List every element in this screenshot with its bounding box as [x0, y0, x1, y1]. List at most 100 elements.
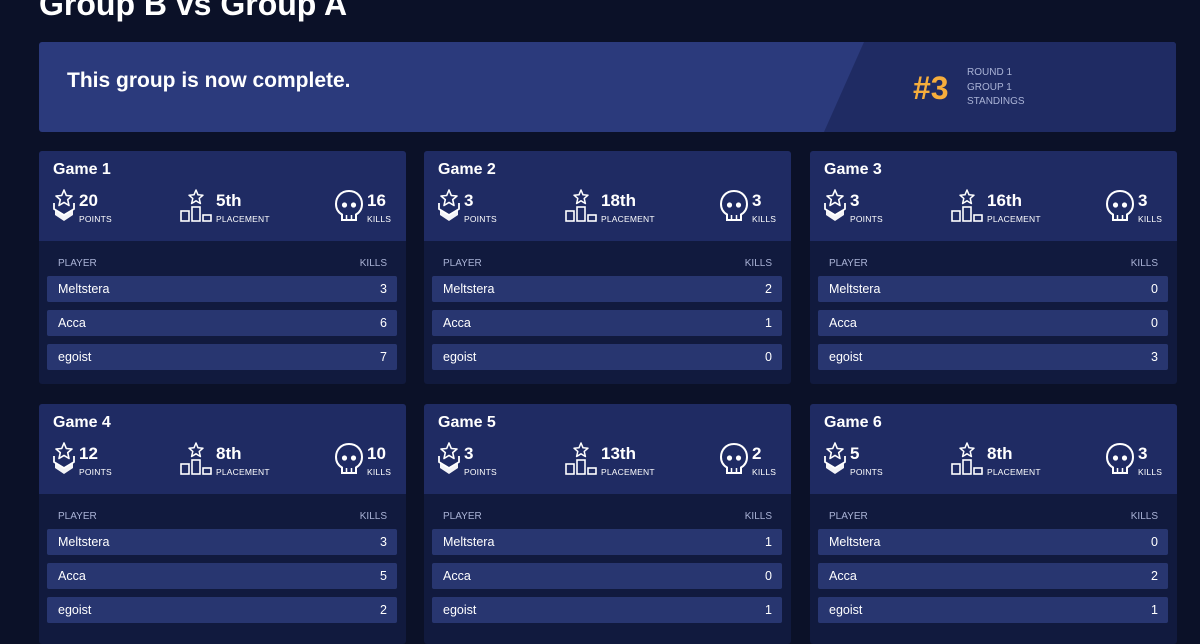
- points-value: 3: [464, 444, 474, 463]
- player-kills: 7: [380, 350, 387, 364]
- kills-label: KILLS: [1138, 214, 1163, 224]
- player-table-header: PLAYER KILLS: [58, 258, 387, 270]
- placement-label: PLACEMENT: [987, 467, 1041, 477]
- player-kills: 5: [380, 569, 387, 583]
- game-card-header: Game 1 20 POINTS 5th PLACEMENT 16 KILLS: [39, 151, 406, 241]
- skull-icon: [334, 189, 364, 221]
- podium-star-icon: [951, 189, 983, 222]
- kills-value: 16: [367, 191, 386, 210]
- points-label: POINTS: [850, 467, 883, 477]
- placement-label: PLACEMENT: [216, 214, 270, 224]
- player-row: Meltstera 3: [47, 529, 397, 555]
- rank-chevron-star-icon: [438, 442, 460, 474]
- player-column-header: PLAYER: [443, 511, 482, 522]
- player-name: Acca: [829, 569, 857, 583]
- kills-column-header: KILLS: [744, 511, 772, 522]
- player-column-header: PLAYER: [58, 258, 97, 269]
- player-row: Acca 0: [432, 563, 782, 589]
- rank-chevron-star-icon: [824, 442, 846, 474]
- points-stat: 3 POINTS: [437, 189, 537, 225]
- placement-label: PLACEMENT: [601, 467, 655, 477]
- player-name: Meltstera: [58, 282, 110, 296]
- points-value: 3: [464, 191, 474, 210]
- player-kills: 1: [765, 535, 772, 549]
- player-row: egoist 1: [818, 597, 1168, 623]
- points-value: 5: [850, 444, 860, 463]
- player-table-header: PLAYER KILLS: [443, 511, 772, 523]
- game-title: Game 4: [53, 414, 111, 431]
- player-kills: 1: [765, 603, 772, 617]
- skull-icon: [334, 442, 364, 474]
- kills-value: 2: [752, 444, 762, 463]
- kills-stat: 3 KILLS: [1105, 442, 1165, 478]
- kills-stat: 16 KILLS: [334, 189, 394, 225]
- player-name: egoist: [443, 350, 477, 364]
- player-kills: 3: [380, 282, 387, 296]
- player-row: egoist 3: [818, 344, 1168, 370]
- game-card-header: Game 4 12 POINTS 8th PLACEMENT 10 KILLS: [39, 404, 406, 494]
- game-title: Game 5: [438, 414, 496, 431]
- skull-icon: [1105, 189, 1135, 221]
- kills-stat: 3 KILLS: [719, 189, 779, 225]
- kills-label: KILLS: [1138, 467, 1163, 477]
- player-kills: 3: [380, 535, 387, 549]
- game-title: Game 3: [824, 161, 882, 178]
- player-row: Acca 2: [818, 563, 1168, 589]
- game-title: Game 2: [438, 161, 496, 178]
- podium-star-icon: [180, 189, 212, 222]
- kills-column-header: KILLS: [359, 511, 387, 522]
- podium-star-icon: [180, 442, 212, 475]
- kills-value: 10: [367, 444, 386, 463]
- points-label: POINTS: [79, 467, 112, 477]
- player-name: Meltstera: [829, 535, 881, 549]
- game-card-2: Game 2 3 POINTS 18th PLACEMENT 3 KILLS P…: [424, 151, 791, 384]
- rank-chevron-star-icon: [438, 189, 460, 221]
- player-row: Acca 6: [47, 310, 397, 336]
- group-complete-banner: This group is now complete. #3 ROUND 1 G…: [39, 42, 1176, 132]
- standings-rank: #3: [913, 70, 949, 106]
- kills-stat: 3 KILLS: [1105, 189, 1165, 225]
- player-row: Meltstera 2: [432, 276, 782, 302]
- kills-stat: 2 KILLS: [719, 442, 779, 478]
- placement-stat: 16th PLACEMENT: [950, 189, 1070, 225]
- player-table-header: PLAYER KILLS: [443, 258, 772, 270]
- placement-stat: 13th PLACEMENT: [564, 442, 684, 478]
- game-card-header: Game 2 3 POINTS 18th PLACEMENT 3 KILLS: [424, 151, 791, 241]
- points-value: 20: [79, 191, 98, 210]
- game-card-4: Game 4 12 POINTS 8th PLACEMENT 10 KILLS …: [39, 404, 406, 644]
- skull-icon: [719, 189, 749, 221]
- player-name: Meltstera: [829, 282, 881, 296]
- podium-star-icon: [565, 442, 597, 475]
- game-card-5: Game 5 3 POINTS 13th PLACEMENT 2 KILLS P…: [424, 404, 791, 644]
- player-row: egoist 7: [47, 344, 397, 370]
- banner-message: This group is now complete.: [67, 69, 351, 92]
- kills-label: KILLS: [367, 467, 392, 477]
- player-row: Meltstera 0: [818, 276, 1168, 302]
- player-kills: 0: [1151, 316, 1158, 330]
- player-row: Acca 1: [432, 310, 782, 336]
- player-kills: 0: [765, 569, 772, 583]
- player-table-header: PLAYER KILLS: [829, 258, 1158, 270]
- player-column-header: PLAYER: [829, 258, 868, 269]
- skull-icon: [1105, 442, 1135, 474]
- player-column-header: PLAYER: [829, 511, 868, 522]
- points-stat: 12 POINTS: [52, 442, 152, 478]
- kills-value: 3: [1138, 191, 1148, 210]
- placement-value: 8th: [987, 444, 1013, 463]
- game-card-6: Game 6 5 POINTS 8th PLACEMENT 3 KILLS PL…: [810, 404, 1177, 644]
- points-value: 12: [79, 444, 98, 463]
- placement-value: 8th: [216, 444, 242, 463]
- player-kills: 1: [765, 316, 772, 330]
- kills-column-header: KILLS: [1130, 258, 1158, 269]
- kills-stat: 10 KILLS: [334, 442, 394, 478]
- game-card-header: Game 5 3 POINTS 13th PLACEMENT 2 KILLS: [424, 404, 791, 494]
- placement-label: PLACEMENT: [601, 214, 655, 224]
- player-kills: 0: [1151, 282, 1158, 296]
- placement-value: 18th: [601, 191, 636, 210]
- player-kills: 6: [380, 316, 387, 330]
- group-label: GROUP 1: [967, 81, 1012, 93]
- points-label: POINTS: [464, 467, 497, 477]
- rank-chevron-star-icon: [53, 442, 75, 474]
- game-card-header: Game 6 5 POINTS 8th PLACEMENT 3 KILLS: [810, 404, 1177, 494]
- placement-value: 16th: [987, 191, 1022, 210]
